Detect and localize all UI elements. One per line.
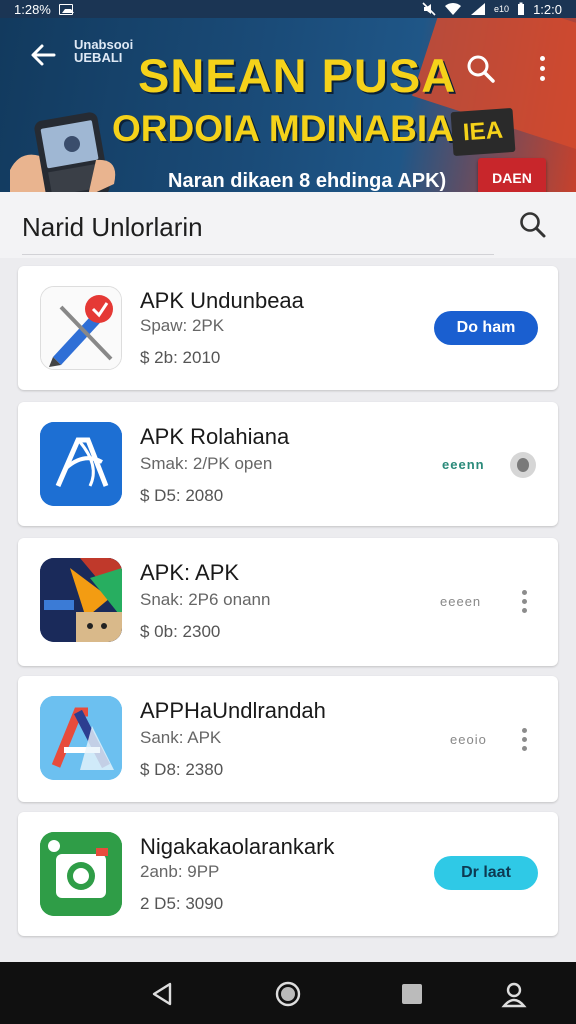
section-title: Narid Unlorlarin xyxy=(22,212,203,242)
app-size: Smak: 2/PK open xyxy=(140,454,273,473)
banner-badge: IEA xyxy=(450,107,516,157)
banner-brand: Unabsooi UEBALI xyxy=(74,38,133,64)
back-nav-icon[interactable] xyxy=(148,980,176,1008)
app-triangle-icon xyxy=(40,696,122,780)
app-menu-icon[interactable] xyxy=(520,728,528,754)
app-size: Spaw: 2PK xyxy=(140,316,225,335)
download-progress: eeenn xyxy=(442,457,485,472)
app-name: APK Rolahiana xyxy=(140,424,290,449)
app-price: $ D5: 2080 xyxy=(140,486,224,505)
app-card[interactable]: APK: APK Snak: 2P6 onann $ 0b: 2300 eeee… xyxy=(18,538,558,666)
app-size: 2anb: 9PP xyxy=(140,862,220,881)
app-card[interactable]: APK Undunbeaa Spaw: 2PK $ 2b: 2010 Do ha… xyxy=(18,266,558,390)
promo-banner: Unabsooi UEBALI SNEAN PUSA ORDOIA MDINAB… xyxy=(0,18,576,192)
banner-subtitle: Naran dikaen 8 ehdinga APK) xyxy=(168,170,447,192)
overflow-menu-icon[interactable] xyxy=(536,56,548,84)
app-card[interactable]: Nigakakaolarankark 2anb: 9PP 2 D5: 3090 … xyxy=(18,812,558,936)
brand-line-2: UEBALI xyxy=(74,50,123,65)
download-button[interactable]: Dr laat xyxy=(434,856,538,890)
app-name: APPHaUndlrandah xyxy=(140,698,326,723)
pause-download-icon[interactable] xyxy=(510,452,536,478)
back-arrow-icon[interactable] xyxy=(28,40,58,70)
app-price: $ 0b: 2300 xyxy=(140,622,221,641)
recents-nav-icon[interactable] xyxy=(398,980,426,1008)
app-name: APK: APK xyxy=(140,560,240,585)
signal-icon xyxy=(471,3,486,15)
home-nav-icon[interactable] xyxy=(274,980,302,1008)
section-header: Narid Unlorlarin xyxy=(0,192,576,258)
app-name: APK Undunbeaa xyxy=(140,288,304,313)
status-time-left: 1:28% xyxy=(14,1,51,17)
app-price: $ D8: 2380 xyxy=(140,760,224,779)
battery-icon xyxy=(518,2,525,15)
system-nav-bar xyxy=(0,962,576,1024)
section-divider xyxy=(22,254,494,255)
phone-in-hand-image xyxy=(10,110,120,192)
download-progress: eeeen xyxy=(440,594,482,609)
image-notification-icon xyxy=(58,3,74,15)
mute-icon xyxy=(422,2,436,16)
banner-subheading: ORDOIA MDINABIA xyxy=(112,108,454,149)
banner-title: SNEAN PUSA xyxy=(138,49,457,102)
status-small-label: e10 xyxy=(494,4,510,14)
app-game-icon xyxy=(40,558,122,642)
app-a-logo-icon xyxy=(40,422,122,506)
app-name: Nigakakaolarankark xyxy=(140,834,335,859)
app-card[interactable]: APK Rolahiana Smak: 2/PK open $ D5: 2080… xyxy=(18,402,558,526)
app-size: Sank: APK xyxy=(140,728,222,747)
app-price: $ 2b: 2010 xyxy=(140,348,221,367)
search-icon[interactable] xyxy=(466,54,496,84)
download-progress: eeoio xyxy=(450,732,487,747)
app-card[interactable]: APPHaUndlrandah Sank: APK $ D8: 2380 eeo… xyxy=(18,676,558,802)
download-button[interactable]: Do ham xyxy=(434,311,538,345)
banner-cta-button[interactable]: DAEN xyxy=(478,158,546,192)
app-menu-icon[interactable] xyxy=(520,590,528,616)
app-pen-icon xyxy=(40,286,122,370)
status-bar: 1:28% e10 1:2:0 xyxy=(0,0,576,18)
wifi-icon xyxy=(445,2,462,16)
app-size: Snak: 2P6 onann xyxy=(140,590,271,609)
app-camera-icon xyxy=(40,832,122,916)
account-nav-icon[interactable] xyxy=(500,980,528,1008)
app-price: 2 D5: 3090 xyxy=(140,894,224,913)
section-search-icon[interactable] xyxy=(518,210,548,240)
status-time-right: 1:2:0 xyxy=(533,1,562,17)
